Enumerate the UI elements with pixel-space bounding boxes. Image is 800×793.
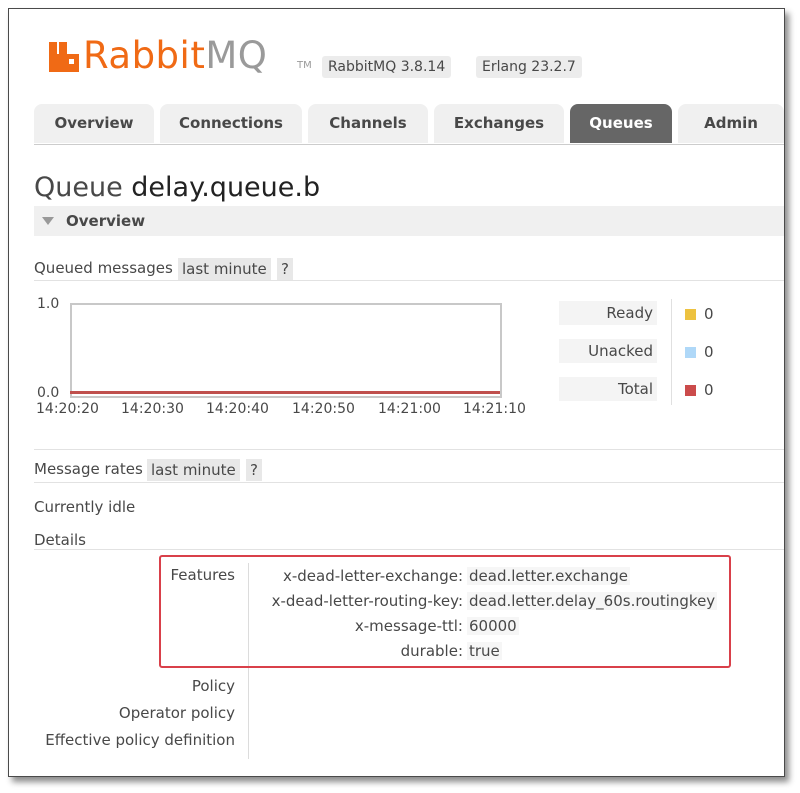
legend-value-ready: 0	[704, 305, 714, 323]
main-nav-tabs: Overview Connections Channels Exchanges …	[34, 104, 784, 145]
page-title: Queue delay.queue.b	[34, 172, 321, 203]
divider	[34, 482, 784, 483]
x-tick-label: 14:20:50	[292, 401, 355, 417]
feature-value: dead.letter.exchange	[467, 567, 630, 585]
tab-overview[interactable]: Overview	[34, 104, 154, 143]
legend-value-total: 0	[704, 381, 714, 399]
x-tick-label: 14:20:30	[121, 401, 184, 417]
queue-name: delay.queue.b	[131, 172, 321, 203]
tab-admin[interactable]: Admin	[678, 104, 784, 143]
tab-exchanges[interactable]: Exchanges	[434, 104, 564, 143]
operator-policy-label: Operator policy	[118, 704, 235, 722]
legend-label-total: Total	[559, 377, 657, 401]
message-rates-label: Message rates	[34, 460, 143, 478]
y-tick-label: 1.0	[37, 296, 60, 312]
rabbit-logo-icon	[49, 42, 79, 72]
divider	[34, 280, 784, 281]
queued-range-selector[interactable]: last minute	[178, 258, 271, 280]
chart-series-line-total	[70, 391, 500, 394]
legend-swatch-total	[685, 385, 696, 396]
feature-value: 60000	[467, 617, 519, 635]
tab-connections[interactable]: Connections	[160, 104, 302, 143]
feature-value: dead.letter.delay_60s.routingkey	[467, 592, 718, 610]
idle-status: Currently idle	[34, 498, 136, 516]
queued-messages-label: Queued messages	[34, 259, 173, 277]
tab-channels[interactable]: Channels	[308, 104, 428, 143]
feature-value: true	[467, 642, 502, 660]
legend-label-unacked: Unacked	[559, 339, 657, 363]
legend-label-ready: Ready	[559, 301, 657, 325]
legend-swatch-ready	[685, 309, 696, 320]
trademark-mark: TM	[297, 60, 312, 71]
tab-queues[interactable]: Queues	[570, 104, 672, 143]
collapse-triangle-icon	[42, 217, 54, 225]
x-tick-label: 14:21:10	[463, 401, 526, 417]
feature-key: x-dead-letter-exchange:	[282, 567, 463, 585]
rates-range-selector[interactable]: last minute	[147, 459, 240, 481]
feature-key: durable:	[400, 642, 463, 660]
legend-value-unacked: 0	[704, 343, 714, 361]
rabbitmq-version-badge: RabbitMQ 3.8.14	[322, 56, 452, 78]
legend-swatch-unacked	[685, 347, 696, 358]
queued-help-button[interactable]: ?	[277, 258, 293, 280]
policy-label: Policy	[191, 677, 235, 695]
logo-wordmark: RabbitMQ	[83, 34, 268, 77]
rates-help-button[interactable]: ?	[246, 459, 262, 481]
divider	[34, 549, 784, 550]
section-title: Overview	[66, 212, 146, 230]
queued-messages-chart	[70, 303, 502, 398]
x-tick-label: 14:20:20	[36, 401, 99, 417]
legend-divider	[671, 299, 672, 405]
erlang-version-badge: Erlang 23.2.7	[476, 56, 582, 78]
x-tick-label: 14:21:00	[378, 401, 441, 417]
overview-section-toggle[interactable]: Overview	[34, 206, 784, 236]
browser-frame: RabbitMQ TM RabbitMQ 3.8.14 Erlang 23.2.…	[8, 8, 785, 777]
features-label: Features	[170, 566, 236, 584]
y-tick-label: 0.0	[37, 385, 60, 401]
effective-policy-label: Effective policy definition	[45, 731, 235, 749]
feature-key: x-dead-letter-routing-key:	[271, 592, 463, 610]
details-label: Details	[34, 531, 87, 549]
feature-key: x-message-ttl:	[354, 617, 463, 635]
x-tick-label: 14:20:40	[206, 401, 269, 417]
divider	[34, 449, 784, 450]
